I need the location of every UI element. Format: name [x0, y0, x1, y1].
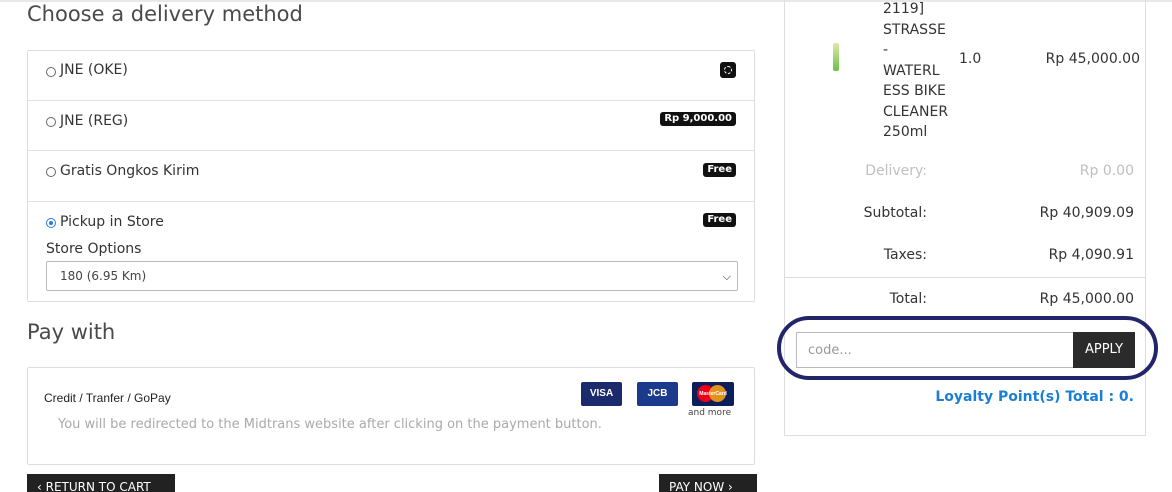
- delivery-title: Choose a delivery method: [27, 2, 303, 26]
- pay-now-button[interactable]: PAY NOW ›: [659, 474, 757, 492]
- summary-divider: [785, 277, 1145, 278]
- radio-gratis[interactable]: [46, 167, 56, 177]
- jcb-logo: JCB: [637, 382, 678, 406]
- product-thumbnail: [833, 43, 839, 71]
- radio-pickup-selected[interactable]: [46, 218, 56, 228]
- delivery-label: Delivery:: [865, 163, 927, 179]
- mastercard-logo: MasterCard: [692, 382, 734, 406]
- method-label: Gratis Ongkos Kirim: [60, 163, 200, 179]
- method-label: Pickup in Store: [60, 214, 164, 230]
- subtotal-value: Rp 40,909.09: [1039, 205, 1134, 221]
- return-to-cart-button[interactable]: ‹ RETURN TO CART: [27, 474, 175, 492]
- delivery-method-gratis[interactable]: Gratis Ongkos Kirim Free: [28, 151, 754, 202]
- store-options-label: Store Options: [46, 241, 142, 257]
- taxes-value: Rp 4,090.91: [1048, 247, 1134, 263]
- store-select-value: 180 (6.95 Km): [60, 269, 147, 283]
- chevron-left-icon: ‹: [37, 480, 46, 492]
- method-label: JNE (OKE): [60, 62, 128, 78]
- promo-code-input[interactable]: [796, 332, 1074, 368]
- free-badge: Free: [703, 163, 736, 177]
- delivery-value: Rp 0.00: [1079, 163, 1134, 179]
- loading-spinner-icon: [720, 62, 736, 78]
- delivery-method-jne-oke[interactable]: JNE (OKE): [28, 51, 754, 101]
- store-options-select[interactable]: 180 (6.95 Km) ⌵: [46, 261, 738, 291]
- chevron-down-icon: ⌵: [722, 270, 731, 283]
- redirect-note: You will be redirected to the Midtrans w…: [58, 417, 602, 432]
- total-label: Total:: [889, 291, 927, 307]
- taxes-label: Taxes:: [883, 247, 927, 263]
- apply-button[interactable]: APPLY: [1073, 332, 1135, 368]
- and-more-text: and more: [688, 408, 732, 418]
- visa-logo: VISA: [581, 382, 622, 406]
- loyalty-points-total: Loyalty Point(s) Total : 0.: [935, 389, 1134, 405]
- subtotal-label: Subtotal:: [863, 205, 927, 221]
- radio-jne-reg[interactable]: [46, 117, 56, 127]
- product-price: Rp 45,000.00: [1045, 51, 1140, 67]
- price-badge: Rp 9,000.00: [660, 112, 736, 126]
- checkout-page: Choose a delivery method JNE (OKE) JNE (…: [0, 0, 1172, 492]
- payment-option-label[interactable]: Credit / Tranfer / GoPay: [44, 391, 171, 405]
- pay-with-title: Pay with: [27, 320, 116, 344]
- product-quantity: 1.0: [959, 51, 982, 67]
- free-badge: Free: [703, 213, 736, 227]
- radio-jne-oke[interactable]: [46, 67, 56, 77]
- total-value: Rp 45,000.00: [1039, 291, 1134, 307]
- chevron-right-icon: ›: [724, 480, 733, 492]
- product-name: 2119] STRASSE - WATERL ESS BIKE CLEANER …: [883, 1, 949, 140]
- delivery-method-jne-reg[interactable]: JNE (REG) Rp 9,000.00: [28, 101, 754, 151]
- delivery-methods-panel: JNE (OKE) JNE (REG) Rp 9,000.00 Gratis O…: [27, 50, 755, 302]
- payment-panel: Credit / Tranfer / GoPay VISA JCB Master…: [27, 367, 755, 465]
- method-label: JNE (REG): [60, 113, 129, 129]
